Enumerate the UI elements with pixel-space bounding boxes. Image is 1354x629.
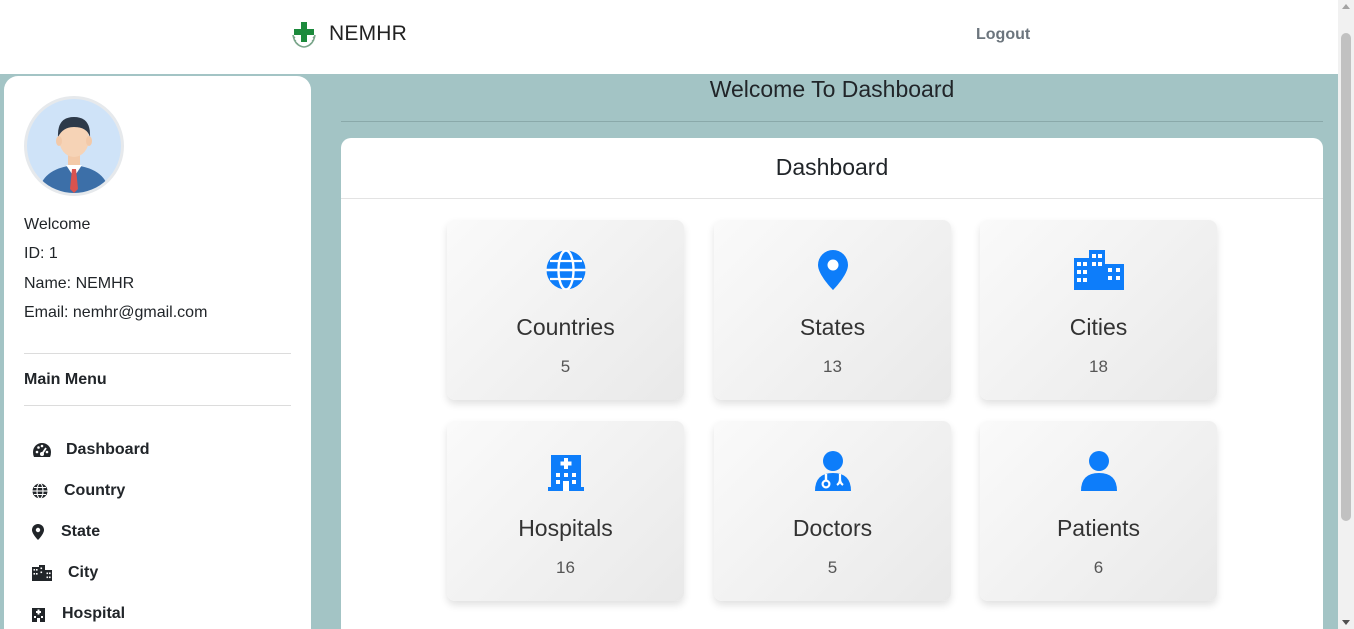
top-navbar: NEMHR Logout (0, 0, 1338, 74)
sidebar-item-label: State (61, 522, 101, 540)
sidebar-item-label: City (68, 563, 99, 581)
user-id: ID: 1 (24, 245, 58, 263)
dashboard-panel: Dashboard Countries 5 States 13 Cities 1… (341, 138, 1323, 629)
city-icon (32, 564, 56, 582)
main-menu-title: Main Menu (24, 371, 107, 388)
sidebar-item-dashboard[interactable]: Dashboard (32, 429, 150, 470)
sidebar-item-hospital[interactable]: Hospital (32, 593, 150, 629)
scroll-up-arrow-icon[interactable] (1342, 4, 1350, 9)
brand[interactable]: NEMHR (289, 19, 407, 49)
doctors-card[interactable]: Doctors 5 (714, 421, 951, 601)
globe-icon (32, 482, 52, 500)
scroll-down-arrow-icon[interactable] (1342, 620, 1350, 625)
card-label: Cities (1069, 314, 1128, 340)
hospitals-card[interactable]: Hospitals 16 (447, 421, 684, 601)
card-count: 5 (827, 558, 838, 577)
countries-card[interactable]: Countries 5 (447, 220, 684, 400)
sidebar-divider (24, 405, 291, 406)
sidebar: Welcome ID: 1 Name: NEMHR Email: nemhr@g… (4, 76, 311, 629)
user-icon (980, 451, 1217, 491)
medical-cross-logo-icon (292, 22, 316, 48)
globe-icon (447, 250, 684, 290)
scrollbar-thumb[interactable] (1341, 33, 1351, 521)
sidebar-item-state[interactable]: State (32, 511, 150, 552)
city-icon (980, 250, 1217, 290)
panel-title: Dashboard (341, 138, 1323, 199)
card-count: 16 (556, 558, 575, 577)
cities-card[interactable]: Cities 18 (980, 220, 1217, 400)
hospital-icon (447, 451, 684, 491)
card-count: 18 (1089, 357, 1108, 376)
card-label: Countries (516, 314, 615, 340)
doctor-icon (714, 451, 951, 491)
hospital-icon (32, 605, 50, 623)
sidebar-item-city[interactable]: City (32, 552, 150, 593)
sidebar-item-label: Dashboard (66, 440, 150, 458)
card-count: 6 (1093, 558, 1104, 577)
card-label: States (799, 314, 866, 340)
card-label: Hospitals (518, 515, 613, 541)
welcome-text: Welcome (24, 216, 91, 233)
gauge-icon (32, 441, 54, 459)
user-email: Email: nemhr@gmail.com (24, 303, 208, 321)
businessman-avatar-icon (27, 99, 121, 193)
sidebar-item-country[interactable]: Country (32, 470, 150, 511)
user-name: Name: NEMHR (24, 274, 135, 292)
user-info: Welcome ID: 1 Name: NEMHR Email: nemhr@g… (24, 215, 207, 332)
states-card[interactable]: States 13 (714, 220, 951, 400)
main-menu: Dashboard Country State City Hospital (32, 429, 150, 629)
card-count: 5 (560, 357, 571, 376)
page-title: Welcome To Dashboard (709, 76, 955, 102)
sidebar-item-label: Country (64, 481, 126, 499)
location-pin-icon (32, 523, 49, 541)
patients-card[interactable]: Patients 6 (980, 421, 1217, 601)
brand-name: NEMHR (329, 22, 407, 45)
location-pin-icon (714, 250, 951, 290)
sidebar-item-label: Hospital (62, 604, 126, 622)
logout-link[interactable]: Logout (976, 26, 1030, 44)
avatar (24, 96, 124, 196)
sidebar-divider (24, 353, 291, 354)
card-label: Doctors (792, 515, 873, 541)
card-label: Patients (1056, 515, 1141, 541)
card-count: 13 (823, 357, 842, 376)
vertical-scrollbar[interactable] (1338, 0, 1354, 629)
title-divider (341, 121, 1323, 122)
